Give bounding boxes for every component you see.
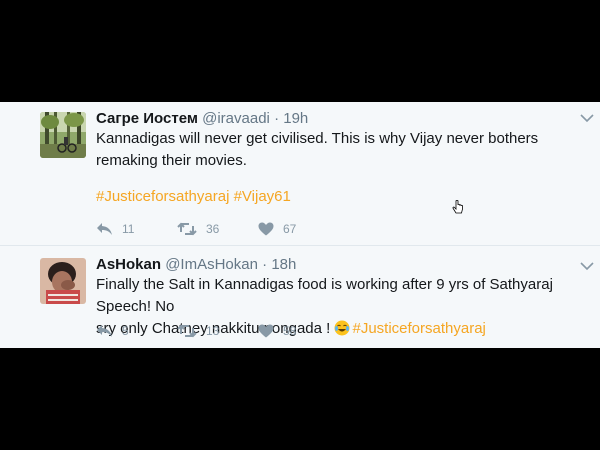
reply-button[interactable]: 11 [96,220,134,238]
reply-icon [97,325,112,337]
tweet-text: Kannadigas will never get civilised. Thi… [96,130,539,169]
tears-of-joy-emoji-icon [334,320,350,336]
tweet-header: AsHokan @ImAsHokan · 18h [96,256,296,274]
person-photo-avatar-icon [40,258,86,304]
tweet-2[interactable]: AsHokan @ImAsHokan · 18h Finally the Sal… [0,246,600,348]
tweet-text-line: Finally the Salt in Kannadigas food is w… [96,276,553,315]
username[interactable]: @iravaadi [202,110,270,127]
like-button[interactable]: 58 [258,322,296,340]
like-count: 67 [283,222,297,236]
tweet-text: Finally the Salt in Kannadigas food is w… [96,274,594,340]
reply-button[interactable]: 5 [96,322,129,340]
timestamp[interactable]: 19h [283,110,308,127]
display-name[interactable]: Сагре Иостем [96,110,198,127]
chevron-down-icon[interactable] [580,261,594,271]
retweet-count: 36 [206,222,220,236]
tweet-text-line: sry only Chatney nakkitu pongada ! #Just… [96,318,594,340]
avatar[interactable] [40,112,86,158]
separator-dot: · [274,110,280,127]
retweet-button[interactable]: 13 [177,322,219,340]
retweet-button[interactable]: 36 [177,220,219,238]
hashtag-line: #Justiceforsathyaraj #Vijay61 [96,186,291,208]
retweet-count: 13 [206,324,220,338]
timeline: Сагре Иостем @iravaadi · 19h Kannadigas … [0,102,600,348]
heart-icon [258,324,274,338]
separator-dot: · [262,256,268,273]
heart-icon [258,222,274,236]
hashtag-link[interactable]: #Justiceforsathyaraj [96,188,229,205]
avatar[interactable] [40,258,86,304]
reply-count: 11 [122,222,135,236]
reply-count: 5 [122,324,129,338]
forest-photo-avatar-icon [40,112,86,158]
like-count: 58 [283,324,297,338]
chevron-down-icon[interactable] [580,113,594,123]
timestamp[interactable]: 18h [271,256,296,273]
hashtag-link[interactable]: #Vijay61 [234,188,291,205]
display-name[interactable]: AsHokan [96,256,161,273]
like-button[interactable]: 67 [258,220,296,238]
username[interactable]: @ImAsHokan [165,256,258,273]
retweet-icon [177,324,197,338]
hashtag-link[interactable]: #Justiceforsathyaraj [352,320,485,337]
reply-icon [97,223,112,235]
hand-cursor-icon [452,200,463,214]
retweet-icon [177,222,197,236]
tweet-1[interactable]: Сагре Иостем @iravaadi · 19h Kannadigas … [0,102,600,246]
tweet-header: Сагре Иостем @iravaadi · 19h [96,110,308,128]
